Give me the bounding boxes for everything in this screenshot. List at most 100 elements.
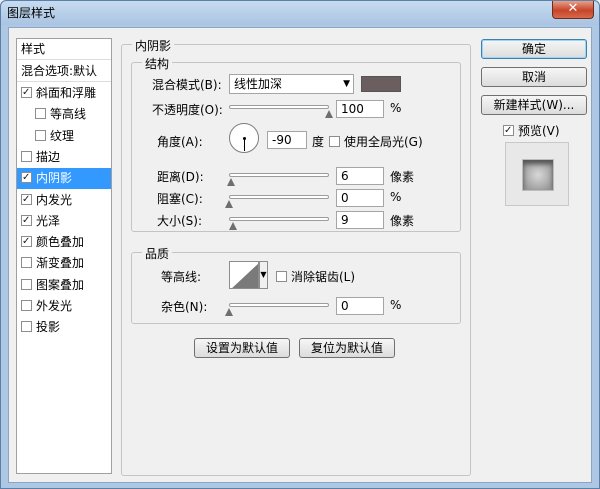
style-list-item[interactable]: 图案叠加 xyxy=(17,275,111,296)
dialog-body: 样式 混合选项:默认 斜面和浮雕等高线纹理描边内阴影内发光光泽颜色叠加渐变叠加图… xyxy=(8,27,592,483)
noise-slider-track[interactable] xyxy=(229,303,329,307)
style-list-item[interactable]: 光泽 xyxy=(17,211,111,232)
antialias-checkbox[interactable] xyxy=(276,271,287,282)
quality-group: 品质 等高线: ▼ 消除锯齿(L) 杂色(N): 0 % xyxy=(131,245,461,324)
style-list-item[interactable]: 颜色叠加 xyxy=(17,232,111,253)
style-list-item[interactable]: 内发光 xyxy=(17,190,111,211)
noise-input[interactable]: 0 xyxy=(336,297,384,315)
style-list-item[interactable]: 斜面和浮雕 xyxy=(17,83,111,104)
style-checkbox[interactable] xyxy=(21,257,32,268)
distance-slider-thumb[interactable] xyxy=(227,178,236,188)
cancel-button[interactable]: 取消 xyxy=(481,67,587,87)
style-list-item[interactable]: 等高线 xyxy=(17,104,111,125)
chevron-down-icon: ▼ xyxy=(260,270,267,279)
style-list-item[interactable]: 内阴影 xyxy=(17,168,111,189)
choke-unit: % xyxy=(390,190,402,204)
style-list-item[interactable]: 外发光 xyxy=(17,296,111,317)
style-list-item-label: 颜色叠加 xyxy=(36,235,85,249)
style-list-item-label: 描边 xyxy=(36,150,61,164)
preview-label: 预览(V) xyxy=(518,124,560,138)
global-light-checkbox[interactable] xyxy=(329,136,340,147)
size-label: 大小(S): xyxy=(157,214,203,228)
contour-dropdown-button[interactable]: ▼ xyxy=(259,261,268,289)
size-unit: 像素 xyxy=(390,214,415,228)
opacity-label: 不透明度(O): xyxy=(152,103,223,117)
style-checkbox[interactable] xyxy=(21,87,32,98)
style-checkbox[interactable] xyxy=(21,151,32,162)
opacity-unit: % xyxy=(390,101,402,115)
title-bar[interactable]: 图层样式 ✕ xyxy=(1,1,599,25)
style-checkbox[interactable] xyxy=(35,130,46,141)
style-list-item-label: 光泽 xyxy=(36,214,61,228)
structure-title: 结构 xyxy=(142,55,173,72)
style-list-item[interactable]: 纹理 xyxy=(17,126,111,147)
size-input[interactable]: 9 xyxy=(336,211,384,229)
style-list-item[interactable]: 渐变叠加 xyxy=(17,253,111,274)
quality-title: 品质 xyxy=(142,245,173,262)
style-list-item-label: 内阴影 xyxy=(36,171,73,185)
style-list: 样式 混合选项:默认 斜面和浮雕等高线纹理描边内阴影内发光光泽颜色叠加渐变叠加图… xyxy=(16,38,112,474)
ok-button[interactable]: 确定 xyxy=(481,39,587,59)
inner-shadow-group: 内阴影 结构 混合模式(B): 线性加深 ▼ 不透明度(O): 100 % 角度… xyxy=(121,37,471,476)
distance-unit: 像素 xyxy=(390,170,415,184)
size-slider-thumb[interactable] xyxy=(229,222,238,232)
style-checkbox[interactable] xyxy=(21,236,32,247)
style-list-header[interactable]: 样式 xyxy=(17,39,111,60)
global-light-toggle[interactable]: 使用全局光(G) xyxy=(329,133,423,150)
style-checkbox[interactable] xyxy=(21,194,32,205)
reset-default-button[interactable]: 复位为默认值 xyxy=(299,338,395,358)
opacity-slider-track[interactable] xyxy=(229,105,329,109)
layer-style-dialog: 图层样式 ✕ 样式 混合选项:默认 斜面和浮雕等高线纹理描边内阴影内发光光泽颜色… xyxy=(0,0,600,489)
style-checkbox[interactable] xyxy=(21,172,32,183)
preview-checkbox[interactable] xyxy=(503,125,514,136)
dialog-title: 图层样式 xyxy=(7,6,56,20)
choke-input[interactable]: 0 xyxy=(336,189,384,207)
blend-mode-label: 混合模式(B): xyxy=(152,78,222,92)
distance-input[interactable]: 6 xyxy=(336,167,384,185)
preview-swatch xyxy=(522,159,554,191)
close-button[interactable]: ✕ xyxy=(552,1,594,19)
blend-mode-value: 线性加深 xyxy=(234,77,283,91)
distance-slider-track[interactable] xyxy=(229,173,329,177)
contour-curve-icon xyxy=(232,263,258,288)
style-checkbox[interactable] xyxy=(21,279,32,290)
style-checkbox[interactable] xyxy=(21,300,32,311)
blend-options-item[interactable]: 混合选项:默认 xyxy=(17,61,111,82)
angle-label: 角度(A): xyxy=(157,135,203,149)
new-style-button[interactable]: 新建样式(W)... xyxy=(481,95,587,115)
style-list-item[interactable]: 描边 xyxy=(17,147,111,168)
antialias-toggle[interactable]: 消除锯齿(L) xyxy=(276,268,355,285)
contour-picker[interactable] xyxy=(229,261,259,289)
distance-label: 距离(D): xyxy=(157,170,204,184)
angle-unit: 度 xyxy=(312,135,325,149)
style-list-item-label: 斜面和浮雕 xyxy=(36,86,97,100)
style-checkbox[interactable] xyxy=(21,215,32,226)
style-list-item-label: 图案叠加 xyxy=(36,278,85,292)
shadow-color-swatch[interactable] xyxy=(361,76,401,92)
style-checkbox[interactable] xyxy=(21,321,32,332)
preview-toggle[interactable]: 预览(V) xyxy=(503,122,560,139)
style-preview xyxy=(505,142,569,206)
opacity-slider-thumb[interactable] xyxy=(325,110,334,120)
antialias-label: 消除锯齿(L) xyxy=(291,270,356,284)
blend-mode-select[interactable]: 线性加深 ▼ xyxy=(229,74,354,94)
set-default-button[interactable]: 设置为默认值 xyxy=(194,338,290,358)
opacity-input[interactable]: 100 xyxy=(336,100,384,118)
angle-dial-needle xyxy=(244,139,245,151)
style-checkbox[interactable] xyxy=(35,108,46,119)
style-list-item-label: 渐变叠加 xyxy=(36,256,85,270)
inner-shadow-title: 内阴影 xyxy=(132,37,175,54)
noise-slider-thumb[interactable] xyxy=(225,308,234,318)
choke-slider-track[interactable] xyxy=(229,195,329,199)
style-list-item-label: 外发光 xyxy=(36,299,73,313)
choke-slider-thumb[interactable] xyxy=(225,200,234,210)
contour-label: 等高线: xyxy=(161,270,202,284)
size-slider-track[interactable] xyxy=(229,217,329,221)
style-list-item[interactable]: 投影 xyxy=(17,317,111,338)
chevron-down-icon: ▼ xyxy=(343,79,350,89)
style-list-item-label: 投影 xyxy=(36,320,61,334)
angle-dial[interactable] xyxy=(229,123,259,153)
angle-input[interactable]: -90 xyxy=(267,131,307,149)
style-list-item-label: 内发光 xyxy=(36,193,73,207)
choke-label: 阻塞(C): xyxy=(157,192,203,206)
